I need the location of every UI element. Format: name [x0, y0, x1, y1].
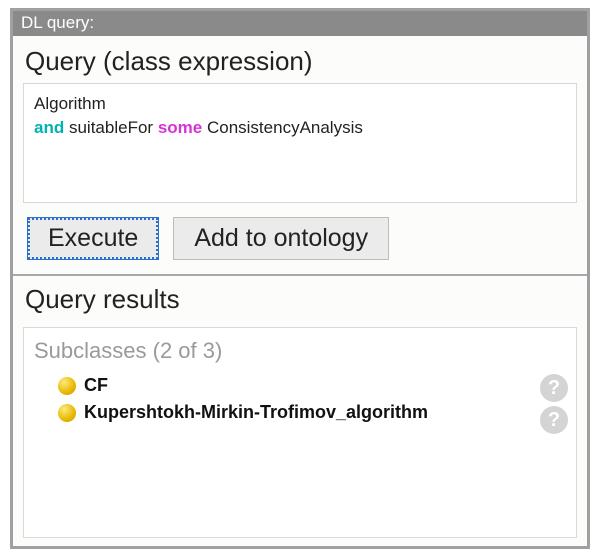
subclasses-count-label: Subclasses (2 of 3)	[34, 334, 566, 372]
button-row: Execute Add to ontology	[23, 203, 577, 272]
class-icon	[58, 377, 76, 395]
result-row[interactable]: CF	[34, 372, 566, 399]
result-label: Kupershtokh-Mirkin-Trofimov_algorithm	[84, 402, 428, 423]
keyword-some: some	[158, 118, 202, 137]
query-expression-input[interactable]: Algorithm and suitableFor some Consisten…	[23, 83, 577, 203]
section-divider	[13, 274, 587, 276]
help-column: ? ?	[540, 374, 568, 434]
dl-query-window: DL query: Query (class expression) Algor…	[10, 8, 590, 549]
query-line-2: and suitableFor some ConsistencyAnalysis	[34, 116, 566, 140]
window-content: Query (class expression) Algorithm and s…	[13, 36, 587, 546]
query-token: Algorithm	[34, 94, 106, 113]
results-section-title: Query results	[23, 280, 577, 321]
result-label: CF	[84, 375, 108, 396]
add-to-ontology-button[interactable]: Add to ontology	[173, 217, 389, 260]
keyword-and: and	[34, 118, 64, 137]
class-icon	[58, 404, 76, 422]
window-title: DL query:	[13, 11, 587, 36]
viewport: DL query: Query (class expression) Algor…	[0, 0, 600, 557]
execute-button[interactable]: Execute	[27, 217, 159, 260]
help-icon[interactable]: ?	[540, 374, 568, 402]
query-section-title: Query (class expression)	[23, 42, 577, 83]
query-line-1: Algorithm	[34, 92, 566, 116]
help-icon[interactable]: ?	[540, 406, 568, 434]
query-token: ConsistencyAnalysis	[207, 118, 363, 137]
query-token: suitableFor	[69, 118, 153, 137]
result-row[interactable]: Kupershtokh-Mirkin-Trofimov_algorithm	[34, 399, 566, 426]
query-results-box: Subclasses (2 of 3) CF Kupershtokh-Mirki…	[23, 327, 577, 538]
